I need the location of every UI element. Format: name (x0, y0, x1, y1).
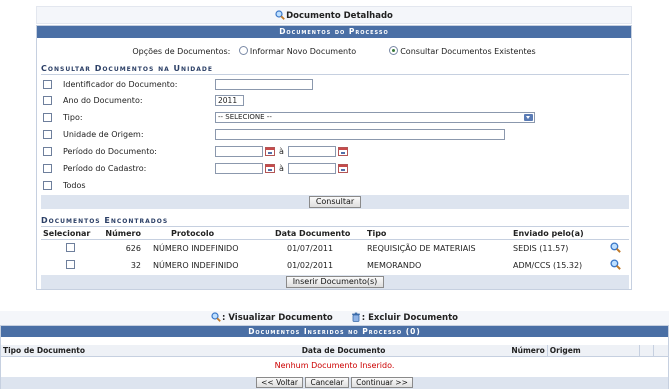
col-selecionar: Selecionar (41, 228, 99, 240)
filter-todos: Todos (41, 179, 629, 193)
row-protocolo: NÚMERO INDEFINIDO (153, 243, 239, 253)
table-header-row: Selecionar Número Protocolo Data Documen… (41, 228, 629, 240)
inseridos-caption: Documentos Inseridos no Processo (0) (1, 326, 668, 337)
checkbox-tipo[interactable] (43, 113, 52, 122)
calendar-icon[interactable] (338, 164, 348, 173)
row-protocolo: NÚMERO INDEFINIDO (153, 260, 239, 270)
col-protocolo: Protocolo (143, 228, 273, 240)
legend-excluir-label: : Excluir Documento (361, 313, 458, 323)
continuar-button[interactable]: Continuar >> (351, 377, 413, 388)
unidade-input[interactable] (215, 129, 505, 140)
filter-periodo-documento: Período do Documento: à (41, 145, 629, 159)
radio-consultar-label[interactable]: Consultar Documentos Existentes (400, 47, 535, 56)
documentos-encontrados-table: Selecionar Número Protocolo Data Documen… (41, 228, 629, 274)
label-todos: Todos (63, 181, 86, 190)
checkbox-unidade[interactable] (43, 130, 52, 139)
row-tipo: REQUISIÇÃO DE MATERIAIS (367, 243, 476, 253)
documentos-inseridos-table: Tipo de Documento Data de Documento Núme… (1, 345, 668, 357)
magnifier-icon (275, 10, 285, 20)
cancelar-button[interactable]: Cancelar (305, 377, 349, 388)
col-tipo-documento: Tipo de Documento (1, 345, 300, 357)
periodo-documento-separator: à (279, 147, 284, 156)
empty-message: Nenhum Documento Inserido. (274, 361, 395, 370)
col-tipo: Tipo (365, 228, 511, 240)
filter-tipo: Tipo: -- SELECIONE -- (41, 111, 629, 125)
consultar-section-title: Consultar Documentos na Unidade (41, 64, 629, 75)
checkbox-ano[interactable] (43, 96, 52, 105)
table-header-row: Tipo de Documento Data de Documento Núme… (1, 345, 668, 357)
calendar-icon[interactable] (338, 147, 348, 156)
row-select-checkbox[interactable] (65, 242, 75, 252)
tipo-select[interactable]: -- SELECIONE -- (215, 112, 535, 123)
col-origem: Origem (546, 345, 640, 357)
encontrados-section-title: Documentos Encontrados (41, 216, 629, 227)
row-select-checkbox[interactable] (65, 259, 75, 269)
inserir-button-bar: Inserir Documento(s) (41, 275, 629, 289)
radio-informar-label[interactable]: Informar Novo Documento (250, 47, 356, 56)
table-row: 626 NÚMERO INDEFINIDO 01/07/2011 REQUISI… (41, 240, 629, 257)
table-row: 32 NÚMERO INDEFINIDO 01/02/2011 MEMORAND… (41, 257, 629, 274)
document-options: Opções de Documentos: Informar Novo Docu… (37, 46, 631, 56)
label-periodo-documento: Período do Documento: (63, 147, 157, 156)
periodo-cadastro-separator: à (279, 164, 284, 173)
row-data: 01/02/2011 (287, 260, 334, 270)
col-acao-2 (653, 345, 668, 357)
magnifier-icon[interactable] (609, 242, 621, 253)
periodo-documento-fim-input[interactable] (288, 146, 336, 157)
radio-consultar[interactable] (389, 46, 399, 55)
label-identificador: Identificador do Documento: (63, 80, 178, 89)
tipo-select-value: -- SELECIONE -- (218, 113, 272, 121)
row-tipo: MEMORANDO (367, 260, 422, 270)
filter-identificador: Identificador do Documento: (41, 78, 629, 92)
radio-informar[interactable] (238, 46, 248, 55)
col-numero: Número (99, 228, 143, 240)
inserir-documento-button[interactable]: Inserir Documento(s) (285, 276, 385, 288)
label-periodo-cadastro: Período do Cadastro: (63, 164, 147, 173)
checkbox-identificador[interactable] (43, 80, 52, 89)
row-numero: 32 (130, 260, 141, 270)
periodo-cadastro-inicio-input[interactable] (215, 163, 263, 174)
options-label: Opções de Documentos: (132, 47, 231, 56)
col-acao-1 (638, 345, 654, 357)
documentos-processo-panel: Documentos do Processo Opções de Documen… (36, 25, 632, 290)
col-enviado: Enviado pelo(a) (511, 228, 601, 240)
calendar-icon[interactable] (265, 147, 275, 156)
filter-unidade: Unidade de Origem: (41, 128, 629, 142)
consultar-button-bar: Consultar (41, 195, 629, 209)
row-numero: 626 (125, 243, 141, 253)
row-data: 01/07/2011 (287, 243, 334, 253)
voltar-button[interactable]: << Voltar (256, 377, 303, 388)
label-ano: Ano do Documento: (63, 96, 143, 105)
col-data-documento: Data de Documento (299, 345, 490, 357)
ano-input[interactable]: 2011 (215, 95, 244, 106)
consultar-button[interactable]: Consultar (308, 196, 362, 208)
label-tipo: Tipo: (63, 113, 83, 122)
filter-periodo-cadastro: Período do Cadastro: à (41, 162, 629, 176)
periodo-cadastro-fim-input[interactable] (288, 163, 336, 174)
row-enviado: SEDIS (11.57) (513, 243, 569, 253)
row-enviado: ADM/CCS (15.32) (513, 260, 583, 270)
footer-button-bar: << Voltar Cancelar Continuar >> (1, 377, 668, 389)
checkbox-todos[interactable] (43, 181, 52, 190)
checkbox-periodo-documento[interactable] (43, 147, 52, 156)
legend-detalhado: Documento Detalhado (36, 6, 632, 24)
col-numero: Número (489, 345, 548, 357)
legend-detalhado-label: Documento Detalhado (286, 11, 393, 21)
calendar-icon[interactable] (265, 164, 275, 173)
label-unidade: Unidade de Origem: (63, 130, 144, 139)
panel-caption: Documentos do Processo (37, 26, 631, 38)
col-data: Data Documento (273, 228, 365, 240)
identificador-input[interactable] (215, 79, 313, 90)
legend-acoes: : Visualizar Documento : Excluir Documen… (0, 311, 669, 325)
magnifier-icon (211, 312, 221, 322)
periodo-documento-inicio-input[interactable] (215, 146, 263, 157)
legend-visualizar-label: : Visualizar Documento (222, 313, 333, 323)
col-acao (601, 228, 629, 240)
chevron-down-icon[interactable] (524, 114, 533, 121)
documentos-inseridos-panel: Documentos Inseridos no Processo (0) Tip… (0, 325, 669, 389)
filter-ano: Ano do Documento: 2011 (41, 94, 629, 108)
magnifier-icon[interactable] (609, 258, 621, 270)
trash-icon (351, 312, 360, 322)
checkbox-periodo-cadastro[interactable] (43, 164, 52, 173)
